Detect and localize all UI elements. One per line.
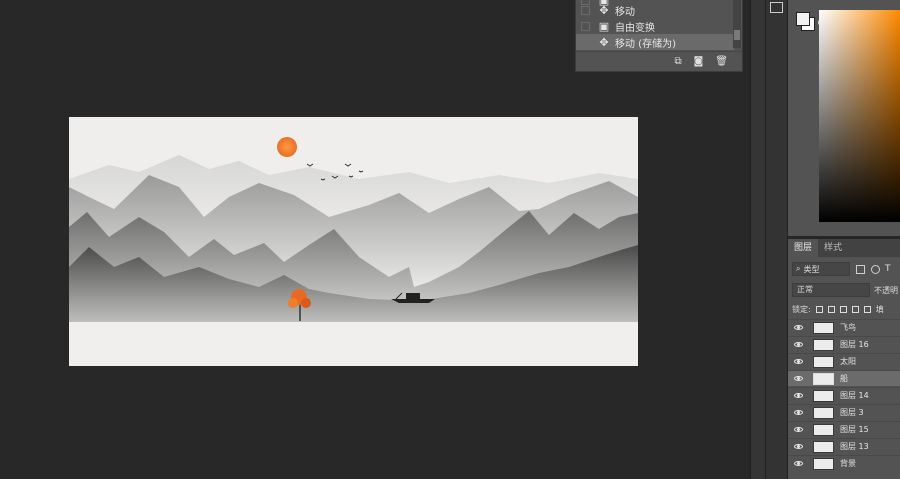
panel-icon-strip xyxy=(766,0,788,479)
lock-brush-icon[interactable] xyxy=(827,305,835,313)
visibility-eye-icon[interactable] xyxy=(794,325,803,330)
lock-artboard-icon[interactable] xyxy=(851,305,859,313)
document-workspace[interactable]: ▣ ✥ 移动 ▣ 自由变换 ✥ 移动 (存储为) ⧉ ◙ 🗑 xyxy=(0,0,750,479)
visibility-eye-icon[interactable] xyxy=(794,393,803,398)
history-snapshot-checkbox[interactable] xyxy=(581,21,590,31)
layer-name: 飞鸟 xyxy=(840,323,856,332)
opacity-label: 不透明 xyxy=(874,285,898,295)
panel-icon[interactable] xyxy=(770,2,783,13)
search-icon: ⌕ xyxy=(796,264,801,273)
pixel-filter-icon[interactable] xyxy=(856,264,865,274)
layer-row[interactable]: 图层 16 xyxy=(788,336,900,352)
layers-panel: 图层 样式 ⌕ 类型 T 正常 不透明 锁定: 填 飞鸟 图层 16 太阳 船 … xyxy=(788,239,900,479)
layers-panel-tabs: 图层 样式 xyxy=(788,239,900,257)
trash-icon[interactable]: 🗑 xyxy=(715,56,728,67)
color-panel xyxy=(788,0,900,236)
visibility-eye-icon[interactable] xyxy=(794,376,803,381)
layer-name: 图层 3 xyxy=(840,408,864,417)
layer-kind-filter-select[interactable]: ⌕ 类型 xyxy=(792,262,850,276)
visibility-eye-icon[interactable] xyxy=(794,444,803,449)
layer-thumbnail xyxy=(813,406,834,419)
foreground-color-swatch[interactable] xyxy=(796,12,810,26)
scrollbar-thumb[interactable] xyxy=(734,30,740,40)
history-panel: ▣ ✥ 移动 ▣ 自由变换 ✥ 移动 (存储为) ⧉ ◙ 🗑 xyxy=(575,0,743,72)
visibility-eye-icon[interactable] xyxy=(794,359,803,364)
visibility-eye-icon[interactable] xyxy=(794,427,803,432)
layer-row[interactable]: 飞鸟 xyxy=(788,319,900,335)
layer-row[interactable]: 图层 13 xyxy=(788,438,900,454)
camera-icon[interactable]: ◙ xyxy=(694,56,704,67)
ink-landscape-artwork xyxy=(69,117,638,366)
history-item-free-transform[interactable]: ▣ 自由变换 xyxy=(576,18,734,34)
history-item-label: 移动 xyxy=(615,6,635,18)
lock-transparent-icon[interactable] xyxy=(815,305,823,313)
layer-filter-row: ⌕ 类型 T xyxy=(788,261,900,277)
tab-styles[interactable]: 样式 xyxy=(818,239,848,257)
new-document-from-state-icon[interactable]: ⧉ xyxy=(674,56,681,67)
lock-label: 锁定: xyxy=(792,304,811,314)
fill-label: 填 xyxy=(875,304,884,314)
color-picker-field[interactable] xyxy=(819,10,900,222)
lock-row: 锁定: 填 xyxy=(788,302,900,316)
history-footer: ⧉ ◙ 🗑 xyxy=(576,51,742,71)
blend-mode-select[interactable]: 正常 xyxy=(792,283,870,297)
layer-name: 图层 15 xyxy=(840,425,869,434)
layer-thumbnail xyxy=(813,457,834,470)
tab-layers[interactable]: 图层 xyxy=(788,239,819,257)
layer-thumbnail xyxy=(813,355,834,368)
lock-all-icon[interactable] xyxy=(863,305,871,313)
visibility-eye-icon[interactable] xyxy=(794,461,803,466)
layer-name: 图层 13 xyxy=(840,442,869,451)
layer-thumbnail xyxy=(813,321,834,334)
layer-row[interactable]: 图层 14 xyxy=(788,387,900,403)
layer-row[interactable]: 背景 xyxy=(788,455,900,471)
history-snapshot-checkbox[interactable] xyxy=(581,5,590,15)
lock-move-icon[interactable] xyxy=(839,305,847,313)
transform-icon: ▣ xyxy=(598,19,610,33)
layer-thumbnail xyxy=(813,338,834,351)
layer-thumbnail xyxy=(813,440,834,453)
layer-row[interactable]: 图层 3 xyxy=(788,404,900,420)
layer-row[interactable]: 太阳 xyxy=(788,353,900,369)
layer-thumbnail xyxy=(813,423,834,436)
adjustment-filter-icon[interactable] xyxy=(871,264,880,274)
visibility-eye-icon[interactable] xyxy=(794,410,803,415)
layer-name: 船 xyxy=(840,374,848,383)
type-filter-icon[interactable]: T xyxy=(885,264,891,274)
layer-thumbnail xyxy=(813,372,834,385)
document-canvas[interactable] xyxy=(69,117,638,366)
history-scrollbar[interactable] xyxy=(733,0,741,48)
layer-name: 太阳 xyxy=(840,357,856,366)
history-item-label: 自由变换 xyxy=(615,22,655,34)
blend-row: 正常 不透明 xyxy=(788,282,900,298)
sun xyxy=(277,137,297,157)
move-icon: ✥ xyxy=(599,35,609,49)
history-snapshot-checkbox[interactable] xyxy=(581,37,590,47)
visibility-eye-icon[interactable] xyxy=(794,342,803,347)
panel-dock-divider[interactable] xyxy=(750,0,766,479)
history-item-move[interactable]: ✥ 移动 xyxy=(576,2,734,18)
layer-name: 背景 xyxy=(840,459,856,468)
history-item-label: 移动 (存储为) xyxy=(615,38,676,50)
layer-name: 图层 14 xyxy=(840,391,869,400)
layer-row[interactable]: 图层 15 xyxy=(788,421,900,437)
layer-kind-filter-value: 类型 xyxy=(803,264,820,274)
layer-row-selected[interactable]: 船 xyxy=(788,370,900,386)
history-item-move-save-as[interactable]: ✥ 移动 (存储为) xyxy=(576,34,734,50)
move-icon: ✥ xyxy=(599,3,609,17)
layer-thumbnail xyxy=(813,389,834,402)
layer-name: 图层 16 xyxy=(840,340,869,349)
